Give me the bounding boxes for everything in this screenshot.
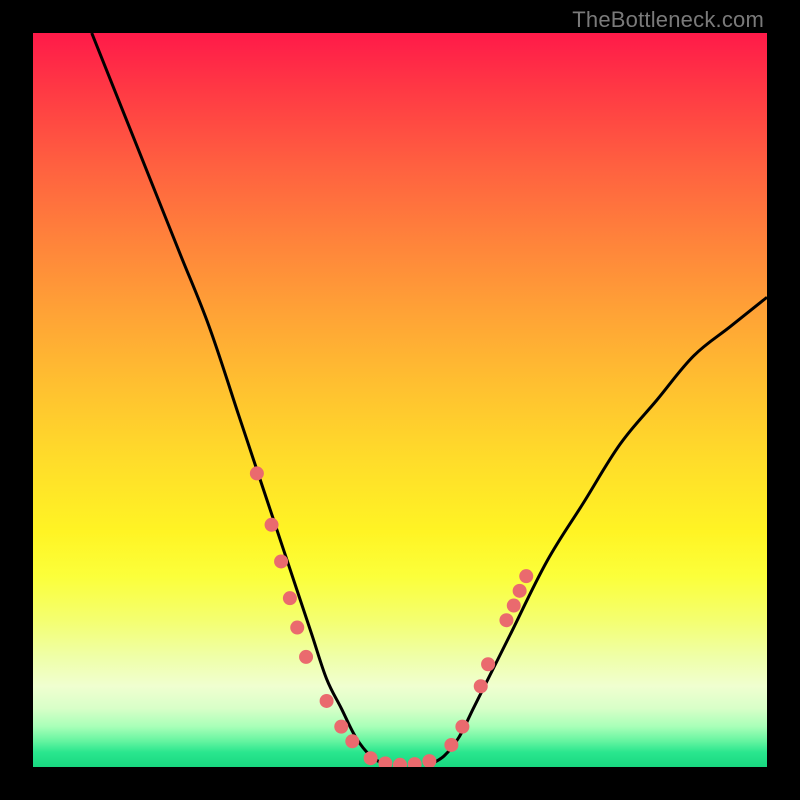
data-dot — [290, 621, 304, 635]
data-dot — [481, 657, 495, 671]
data-dot — [519, 569, 533, 583]
data-dot — [444, 738, 458, 752]
data-dot — [507, 599, 521, 613]
data-dot — [408, 757, 422, 767]
data-dot — [283, 591, 297, 605]
chart-frame: TheBottleneck.com — [0, 0, 800, 800]
data-dot — [378, 756, 392, 767]
data-dot — [393, 758, 407, 767]
watermark-text: TheBottleneck.com — [572, 7, 764, 33]
data-dot — [513, 584, 527, 598]
data-dot — [299, 650, 313, 664]
data-dot — [265, 518, 279, 532]
data-dot — [364, 751, 378, 765]
data-dot — [320, 694, 334, 708]
curve-left-branch — [92, 33, 386, 765]
data-dot — [274, 554, 288, 568]
data-dot — [345, 734, 359, 748]
data-dot — [334, 720, 348, 734]
curve-right-branch — [429, 297, 767, 765]
data-dot — [422, 754, 436, 767]
plot-area — [33, 33, 767, 767]
data-dot — [474, 679, 488, 693]
data-dots — [250, 466, 533, 767]
data-dot — [455, 720, 469, 734]
data-dot — [250, 466, 264, 480]
curve-layer — [33, 33, 767, 767]
data-dot — [499, 613, 513, 627]
